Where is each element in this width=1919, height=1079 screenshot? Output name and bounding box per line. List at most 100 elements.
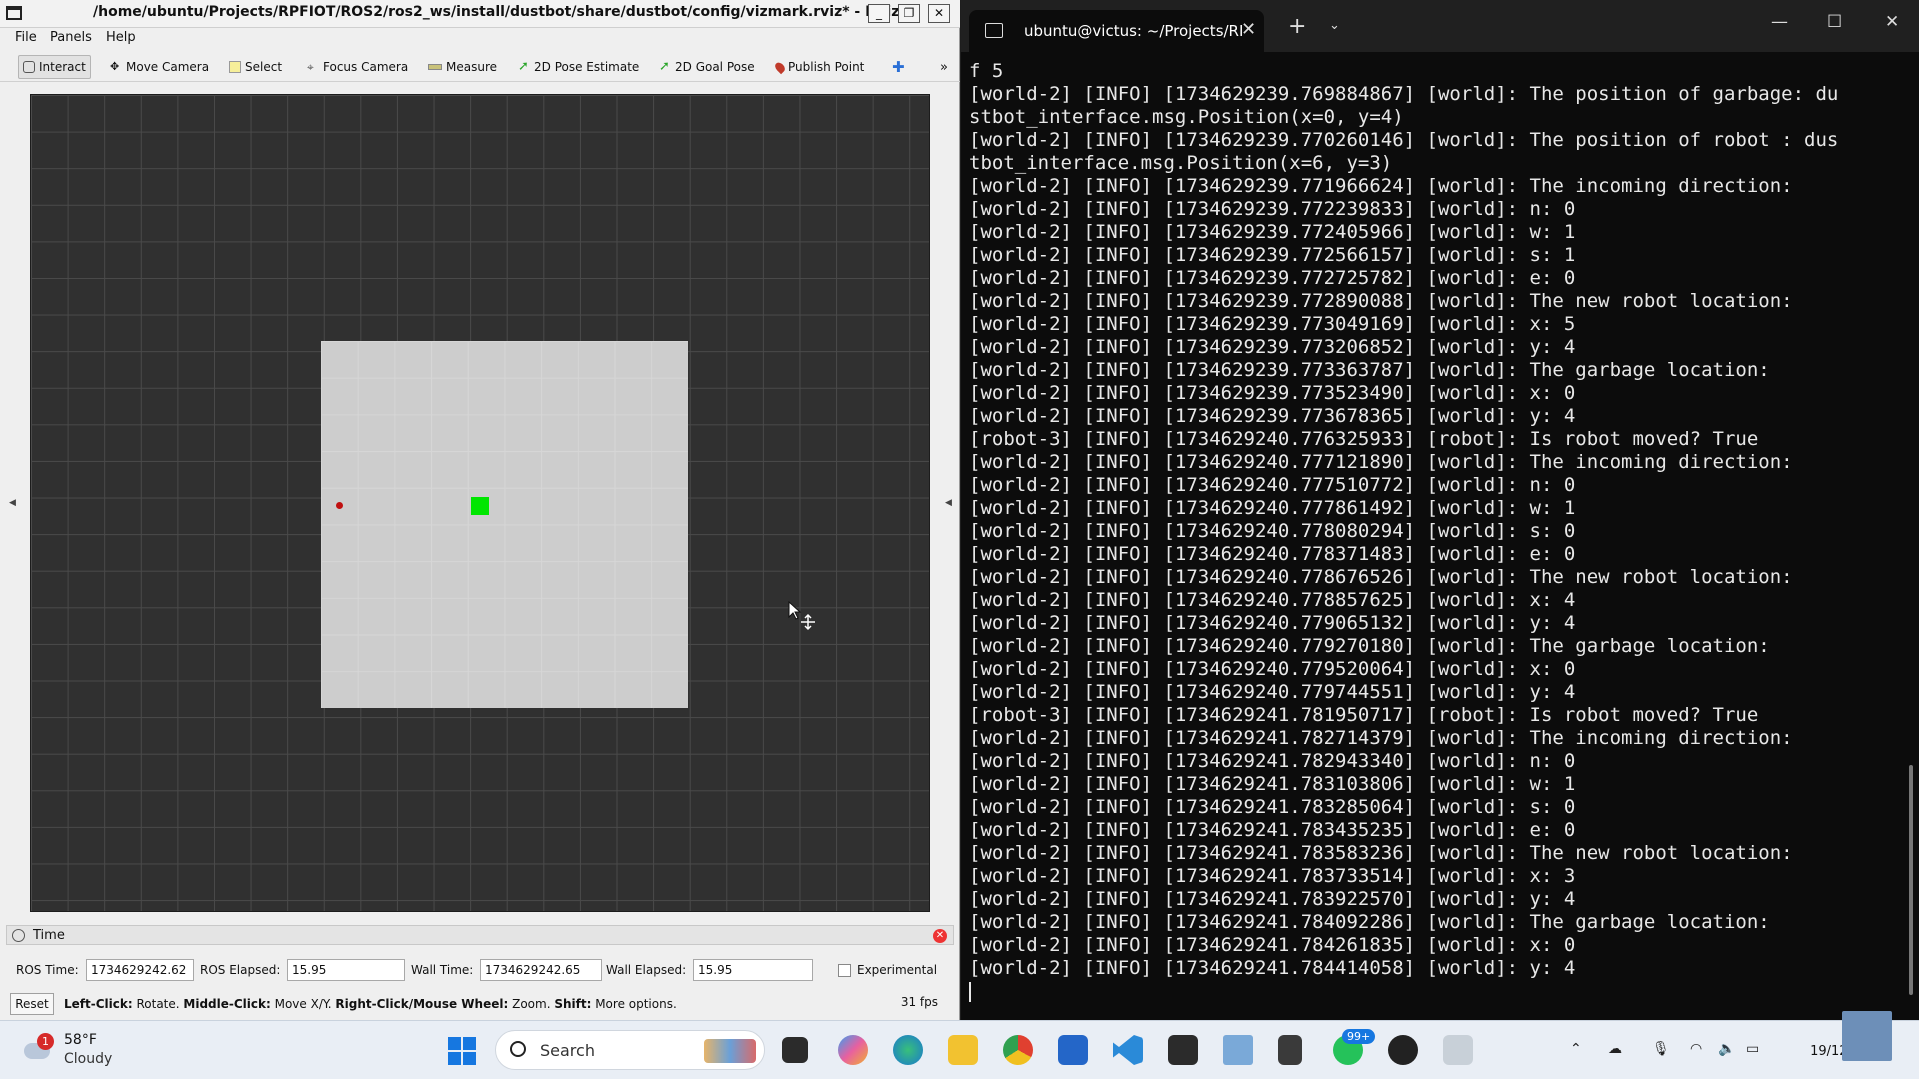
search-highlight-icon — [704, 1039, 756, 1063]
copilot-icon[interactable] — [838, 1035, 868, 1065]
reset-button[interactable]: Reset — [10, 993, 54, 1015]
maximize-button[interactable]: ❐ — [898, 4, 920, 23]
menu-file[interactable]: File — [15, 30, 37, 45]
3d-viewport[interactable] — [30, 94, 930, 912]
ros-time-label: ROS Time: — [16, 963, 79, 977]
status-row: Reset Left-Click: Rotate. Middle-Click: … — [6, 991, 954, 1017]
store-icon[interactable] — [1058, 1035, 1088, 1065]
terminal-line: [world-2] [INFO] [1734629240.778676526] … — [969, 566, 1793, 588]
ros-time-field[interactable]: 1734629242.62 — [86, 959, 194, 981]
terminal-line: [world-2] [INFO] [1734629240.777510772] … — [969, 474, 1576, 496]
minimize-button[interactable]: — — [1771, 12, 1788, 32]
taskbar-search[interactable]: Search — [495, 1030, 765, 1070]
ros-elapsed-label: ROS Elapsed: — [200, 963, 281, 977]
calculator-icon[interactable] — [1278, 1035, 1302, 1065]
tool-publish-point[interactable]: Publish Point — [772, 55, 868, 79]
onedrive-icon[interactable]: ☁ — [1608, 1041, 1622, 1057]
ruler-icon — [428, 64, 442, 70]
rviz-taskbar-icon[interactable] — [1443, 1035, 1473, 1065]
task-view-icon[interactable] — [782, 1037, 808, 1063]
new-tab-icon[interactable]: + — [1288, 14, 1306, 39]
tool-focus-camera[interactable]: ⌖ Focus Camera — [303, 55, 412, 79]
terminal-tabbar[interactable]: ubuntu@victus: ~/Projects/RI ✕ + ⌄ — ☐ ✕ — [961, 0, 1919, 52]
microphone-icon[interactable]: 🎙 — [1652, 1041, 1670, 1057]
tool-label: Interact — [39, 60, 86, 74]
terminal-line: [robot-3] [INFO] [1734629241.781950717] … — [969, 704, 1759, 726]
battery-icon[interactable]: ▭ — [1746, 1041, 1759, 1057]
terminal-output[interactable]: f 5 [world-2] [INFO] [1734629239.76988486… — [969, 60, 1899, 1010]
terminal-line: [world-2] [INFO] [1734629241.782714379] … — [969, 727, 1793, 749]
pose-arrow-icon: ➚ — [518, 59, 529, 74]
terminal-prompt-line[interactable] — [969, 980, 1899, 1003]
clock-icon — [12, 929, 25, 942]
start-button[interactable] — [448, 1037, 476, 1065]
terminal-line: [world-2] [INFO] [1734629241.784092286] … — [969, 911, 1770, 933]
robot-marker — [471, 497, 489, 515]
experimental-checkbox[interactable] — [838, 964, 851, 977]
left-dock-toggle-icon[interactable]: ◀ — [9, 498, 16, 508]
add-tool-button[interactable]: ✚ — [888, 55, 909, 79]
terminal-line: [world-2] [INFO] [1734629240.777861492] … — [969, 497, 1576, 519]
ros-elapsed-field[interactable]: 15.95 — [287, 959, 405, 981]
tool-label: Publish Point — [788, 60, 865, 74]
search-icon — [510, 1041, 526, 1057]
chevron-down-icon[interactable]: ⌄ — [1329, 18, 1340, 33]
terminal-line: [world-2] [INFO] [1734629240.778371483] … — [969, 543, 1576, 565]
focus-icon: ⌖ — [307, 60, 314, 74]
edge-icon[interactable] — [893, 1035, 923, 1065]
minimize-button[interactable]: _ — [868, 4, 890, 23]
text-cursor — [969, 981, 971, 1002]
rviz-titlebar[interactable]: /home/ubuntu/Projects/RPFIOT/ROS2/ros2_w… — [0, 0, 960, 28]
chevron-up-icon[interactable]: ⌃ — [1570, 1041, 1582, 1057]
fps-counter: 31 fps — [900, 995, 938, 1009]
whatsapp-badge: 99+ — [1342, 1029, 1376, 1044]
terminal-scrollbar[interactable] — [1909, 765, 1913, 995]
close-panel-icon[interactable]: ✕ — [933, 929, 947, 943]
tool-interact[interactable]: Interact — [18, 55, 91, 79]
tool-2d-pose-estimate[interactable]: ➚ 2D Pose Estimate — [514, 55, 643, 79]
terminal-line: [world-2] [INFO] [1734629240.779270180] … — [969, 635, 1770, 657]
tool-measure[interactable]: Measure — [424, 55, 501, 79]
close-tab-icon[interactable]: ✕ — [1241, 19, 1256, 40]
wall-elapsed-field[interactable]: 15.95 — [693, 959, 813, 981]
close-button[interactable]: ✕ — [1885, 12, 1899, 32]
maximize-button[interactable]: ☐ — [1827, 12, 1842, 32]
wall-time-field[interactable]: 1734629242.65 — [480, 959, 602, 981]
tool-2d-goal-pose[interactable]: ➚ 2D Goal Pose — [655, 55, 759, 79]
terminal-tab[interactable]: ubuntu@victus: ~/Projects/RI ✕ — [969, 10, 1264, 52]
chrome-icon[interactable] — [1003, 1035, 1033, 1065]
wifi-icon[interactable]: ◠ — [1690, 1041, 1702, 1057]
time-panel: Time ✕ ROS Time: 1734629242.62 ROS Elaps… — [6, 925, 954, 1019]
terminal-line: [world-2] [INFO] [1734629239.773206852] … — [969, 336, 1576, 358]
terminal-line: [world-2] [INFO] [1734629241.784261835] … — [969, 934, 1576, 956]
terminal-line: [world-2] [INFO] [1734629240.779065132] … — [969, 612, 1576, 634]
menu-panels[interactable]: Panels — [50, 30, 92, 45]
move-cursor-icon — [788, 601, 815, 631]
terminal-line: [world-2] [INFO] [1734629239.772725782] … — [969, 267, 1576, 289]
file-explorer-icon[interactable] — [948, 1035, 978, 1065]
snipping-tool-icon[interactable] — [1223, 1035, 1253, 1065]
time-fields-row: ROS Time: 1734629242.62 ROS Elapsed: 15.… — [6, 957, 954, 983]
tool-move-camera[interactable]: ✥ Move Camera — [106, 55, 213, 79]
menu-help[interactable]: Help — [106, 30, 136, 45]
tool-select[interactable]: Select — [225, 55, 286, 79]
terminal-line: [world-2] [INFO] [1734629239.772405966] … — [969, 221, 1576, 243]
volume-icon[interactable]: 🔈 — [1718, 1041, 1735, 1057]
terminal-line: [world-2] [INFO] [1734629241.783733514] … — [969, 865, 1576, 887]
weather-widget[interactable]: 1 58°F Cloudy — [22, 1029, 132, 1073]
window-icon — [6, 6, 22, 20]
obs-icon[interactable] — [1388, 1035, 1418, 1065]
terminal-line: [world-2] [INFO] [1734629239.773523490] … — [969, 382, 1576, 404]
terminal-line: tbot_interface.msg.Position(x=6, y=3) — [969, 152, 1393, 174]
right-dock-toggle-icon[interactable]: ◀ — [945, 498, 952, 508]
close-button[interactable]: ✕ — [928, 4, 950, 23]
toolbar-overflow-button[interactable]: » — [936, 55, 952, 79]
terminal-window: ubuntu@victus: ~/Projects/RI ✕ + ⌄ — ☐ ✕… — [961, 0, 1919, 1020]
window-title: /home/ubuntu/Projects/RPFIOT/ROS2/ros2_w… — [93, 4, 900, 20]
terminal-taskbar-icon[interactable] — [1168, 1035, 1198, 1065]
terminal-line: [world-2] [INFO] [1734629239.772239833] … — [969, 198, 1576, 220]
terminal-line: [world-2] [INFO] [1734629240.777121890] … — [969, 451, 1793, 473]
notification-thumbnail-icon[interactable] — [1842, 1011, 1892, 1061]
vscode-icon[interactable] — [1113, 1035, 1143, 1065]
terminal-line: [robot-3] [INFO] [1734629240.776325933] … — [969, 428, 1759, 450]
